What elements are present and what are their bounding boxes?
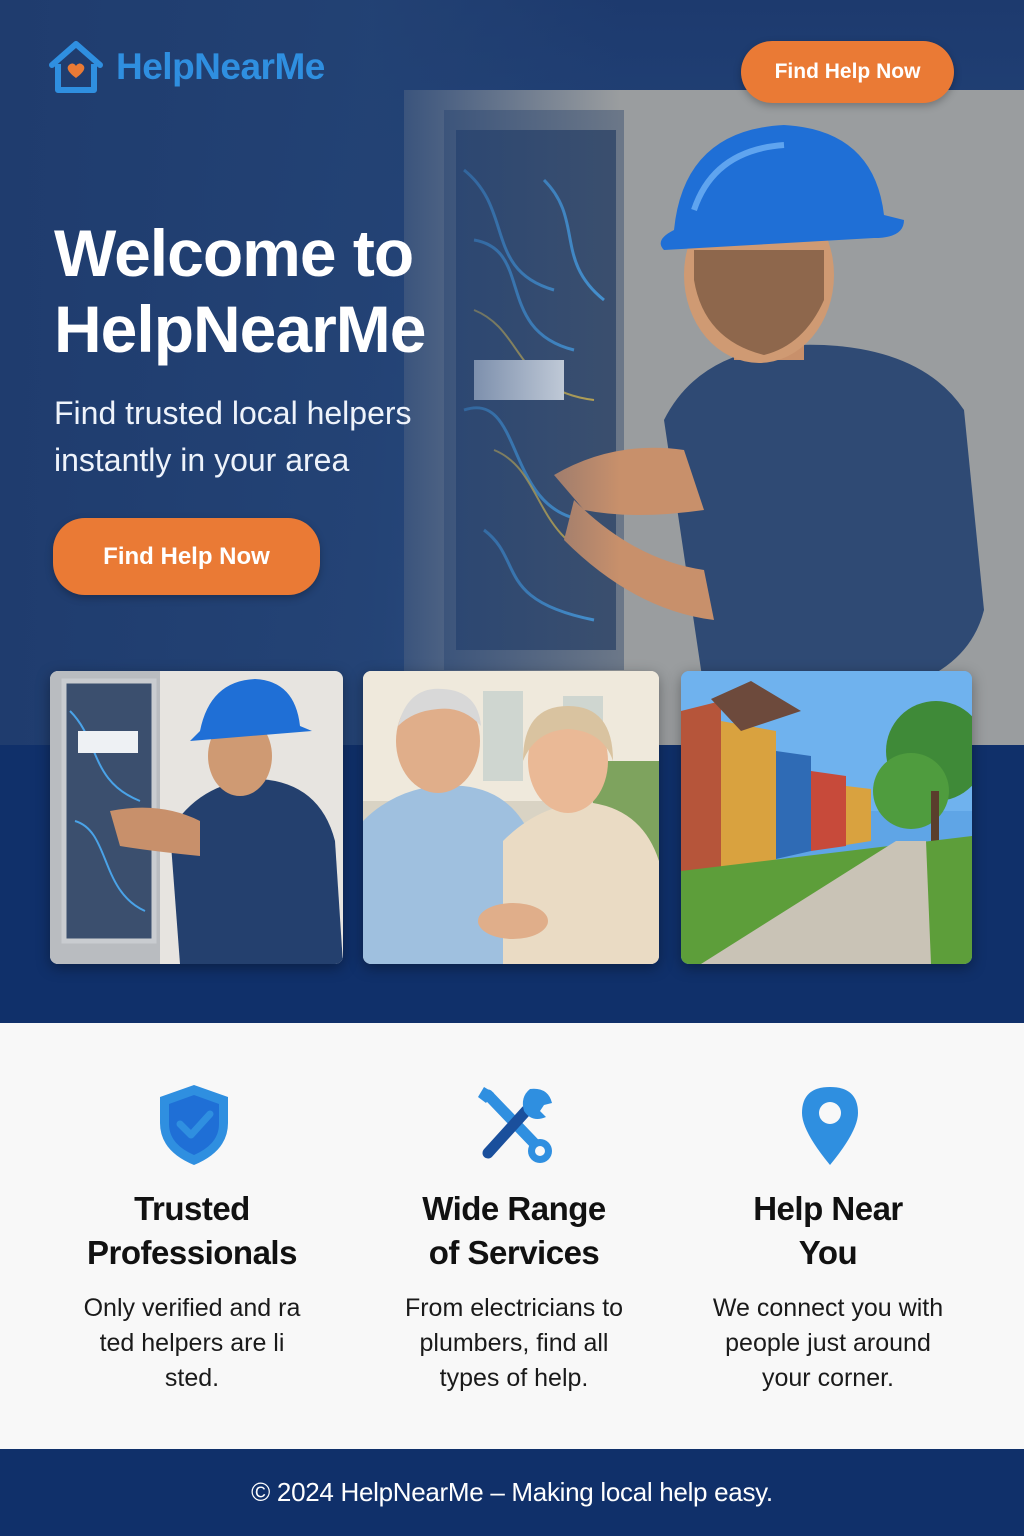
feature-text-line3: sted. (164, 1364, 220, 1392)
feature-text-line1: Only verified and ra (83, 1294, 301, 1322)
feature-text-line1: From electricians to (404, 1294, 624, 1322)
footer: © 2024 HelpNearMe – Making local help ea… (0, 1449, 1024, 1536)
hero-title-line1: Welcome to (54, 216, 414, 290)
brand-name: HelpNearMe (116, 46, 325, 87)
feature-text-line3: types of help. (439, 1364, 589, 1392)
feature-text-line2: ted helpers are li (99, 1329, 285, 1357)
hero-title: Welcome to HelpNearMe (54, 215, 474, 367)
shield-check-icon (160, 1085, 228, 1165)
tools-icon (478, 1087, 552, 1163)
feature-text-line2: people just around (725, 1329, 931, 1357)
header-find-help-button[interactable]: Find Help Now (741, 41, 954, 103)
hero-subtitle-line1: Find trusted local helpers (54, 395, 412, 431)
feature-description: From electricians to plumbers, find all … (389, 1291, 639, 1396)
footer-copyright: © 2024 HelpNearMe – Making local help ea… (251, 1477, 773, 1507)
feature-title-line2: Professionals (87, 1234, 297, 1271)
feature-text-line3: your corner. (761, 1364, 894, 1392)
gallery-photo-senior-couple (363, 671, 659, 964)
feature-text-line2: plumbers, find all (419, 1329, 609, 1357)
feature-title: Wide Range of Services (364, 1187, 664, 1275)
hero-subtitle-line2: instantly in your area (54, 442, 350, 478)
gallery-photo-electrician (50, 671, 343, 964)
feature-description: We connect you with people just around y… (703, 1291, 953, 1396)
hero-find-help-button[interactable]: Find Help Now (53, 518, 320, 595)
hero-section: HelpNearMe Find Help Now Welcome to Help… (0, 0, 1024, 745)
feature-title: Trusted Professionals (42, 1187, 342, 1275)
feature-text-line1: We connect you with (712, 1294, 944, 1322)
feature-title-line1: Wide Range (422, 1190, 606, 1227)
feature-title-line2: of Services (428, 1234, 600, 1271)
gallery-photo-neighborhood (681, 671, 972, 964)
feature-title-line2: You (798, 1234, 858, 1271)
feature-description: Only verified and ra ted helpers are li … (67, 1291, 317, 1396)
feature-title-line1: Trusted (134, 1190, 250, 1227)
hero-subtitle: Find trusted local helpers instantly in … (54, 390, 474, 484)
hero-gradient-overlay (0, 0, 620, 745)
hero-title-line2: HelpNearMe (54, 292, 426, 366)
house-heart-icon (49, 41, 103, 93)
brand-logo[interactable]: HelpNearMe (46, 38, 325, 96)
feature-title-line1: Help Near (753, 1190, 903, 1227)
feature-title: Help Near You (678, 1187, 978, 1275)
map-pin-icon (802, 1087, 858, 1165)
features-section: Trusted Professionals Only verified and … (0, 1023, 1024, 1449)
